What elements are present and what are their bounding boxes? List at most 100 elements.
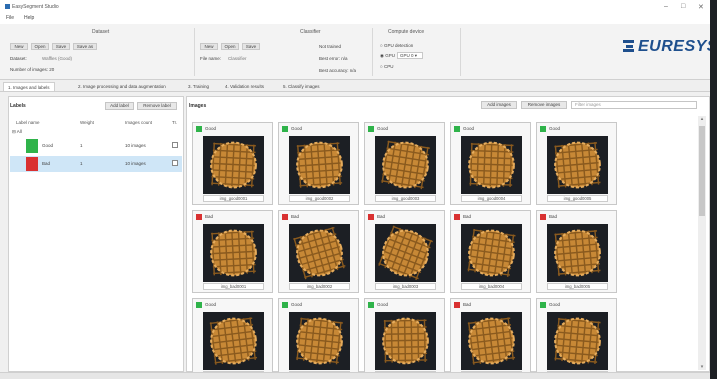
close-icon[interactable]: ✕ xyxy=(698,3,704,11)
image-thumbnail[interactable] xyxy=(375,224,436,282)
image-filename: img_bad0005 xyxy=(547,283,608,290)
classifier-new-button[interactable]: New xyxy=(200,43,218,50)
scroll-down-icon[interactable]: ▾ xyxy=(698,364,706,370)
image-card[interactable]: Bad img_bad0001 xyxy=(192,210,273,293)
dataset-new-button[interactable]: New xyxy=(10,43,28,50)
waffle-image xyxy=(382,317,429,365)
image-label[interactable]: Bad xyxy=(463,302,471,307)
image-card[interactable]: Good img_good0005 xyxy=(536,122,617,205)
label-weight[interactable]: 1 xyxy=(80,161,83,166)
dataset-save-as-button[interactable]: Save as xyxy=(73,43,97,50)
gpu-select[interactable]: GPU 0 ▾ xyxy=(397,52,423,59)
image-label[interactable]: Good xyxy=(205,126,216,131)
label-flag-icon xyxy=(282,302,288,308)
image-label[interactable]: Good xyxy=(291,302,302,307)
image-label[interactable]: Bad xyxy=(205,214,213,219)
image-card[interactable]: Bad img_bad0004 xyxy=(450,210,531,293)
image-thumbnail[interactable] xyxy=(203,224,264,282)
dataset-save-button[interactable]: Save xyxy=(52,43,70,50)
image-label[interactable]: Good xyxy=(549,126,560,131)
label-flag-icon xyxy=(540,302,546,308)
image-label[interactable]: Bad xyxy=(291,214,299,219)
image-thumbnail[interactable] xyxy=(203,136,264,194)
tab-validation-results[interactable]: 4. Validation results xyxy=(221,82,268,91)
image-card[interactable]: Good img_good0001 xyxy=(192,122,273,205)
remove-label-button[interactable]: Remove label xyxy=(137,102,177,110)
image-thumbnail[interactable] xyxy=(461,312,522,370)
remove-images-button[interactable]: Remove images xyxy=(521,101,567,109)
image-thumbnail[interactable] xyxy=(203,312,264,370)
image-label[interactable]: Good xyxy=(377,302,388,307)
image-thumbnail[interactable] xyxy=(547,224,608,282)
gpu-detection-option[interactable]: ○ GPU detection xyxy=(380,43,413,48)
image-thumbnail[interactable] xyxy=(289,312,350,370)
image-card[interactable]: Badimg_bad0006 xyxy=(450,298,531,374)
label-color-swatch[interactable] xyxy=(26,157,38,171)
classifier-open-button[interactable]: Open xyxy=(221,43,239,50)
image-label[interactable]: Good xyxy=(463,126,474,131)
search-input[interactable]: Filter images xyxy=(571,101,697,109)
label-checkbox[interactable] xyxy=(172,160,178,166)
tab-training[interactable]: 3. Training xyxy=(184,82,213,91)
image-filename: img_good0005 xyxy=(547,195,608,202)
image-label[interactable]: Bad xyxy=(463,214,471,219)
scroll-up-icon[interactable]: ▴ xyxy=(698,116,706,122)
image-thumbnail[interactable] xyxy=(289,136,350,194)
image-grid-scrollbar[interactable]: ▴ ▾ xyxy=(698,116,706,370)
image-card[interactable]: Good img_good0003 xyxy=(364,122,445,205)
image-label[interactable]: Good xyxy=(291,126,302,131)
scroll-thumb[interactable] xyxy=(699,126,705,216)
waffle-image xyxy=(293,226,346,280)
col-images-count: Images count xyxy=(125,120,153,125)
tree-root[interactable]: ⊟ All xyxy=(12,129,22,135)
label-flag-icon xyxy=(282,126,288,132)
add-label-button[interactable]: Add label xyxy=(105,102,134,110)
waffle-image xyxy=(468,141,515,189)
images-title: Images xyxy=(189,103,207,109)
col-weight: Weight xyxy=(80,120,94,125)
image-thumbnail[interactable] xyxy=(461,136,522,194)
gpu-radio[interactable]: ◉ GPU xyxy=(380,53,395,59)
label-flag-icon xyxy=(282,214,288,220)
maximize-icon[interactable]: □ xyxy=(681,3,685,10)
cpu-radio[interactable]: ○ CPU xyxy=(380,64,393,69)
menu-help[interactable]: Help xyxy=(24,15,34,21)
label-flag-icon xyxy=(368,214,374,220)
minimize-icon[interactable]: – xyxy=(664,3,668,10)
image-card[interactable]: Goodimg_good0009 xyxy=(536,298,617,374)
label-weight[interactable]: 1 xyxy=(80,143,83,148)
label-row-good[interactable]: Good 1 10 images xyxy=(10,138,182,154)
image-label[interactable]: Good xyxy=(549,302,560,307)
image-thumbnail[interactable] xyxy=(289,224,350,282)
dataset-open-button[interactable]: Open xyxy=(31,43,49,50)
image-card[interactable]: Bad img_bad0005 xyxy=(536,210,617,293)
image-thumbnail[interactable] xyxy=(461,224,522,282)
waffle-image xyxy=(209,317,258,365)
image-label[interactable]: Good xyxy=(377,126,388,131)
image-thumbnail[interactable] xyxy=(547,312,608,370)
image-thumbnail[interactable] xyxy=(375,136,436,194)
menu-file[interactable]: File xyxy=(6,15,14,21)
image-card[interactable]: Bad img_bad0003 xyxy=(364,210,445,293)
add-images-button[interactable]: Add images xyxy=(481,101,517,109)
image-card[interactable]: Good img_good0002 xyxy=(278,122,359,205)
classifier-save-button[interactable]: Save xyxy=(242,43,260,50)
tab-classify-images[interactable]: 5. Classify images xyxy=(279,82,324,91)
image-card[interactable]: Bad img_bad0002 xyxy=(278,210,359,293)
tab-image-processing[interactable]: 2. Image processing and data augmentatio… xyxy=(74,82,170,91)
label-flag-icon xyxy=(196,302,202,308)
image-card[interactable]: Good img_good0004 xyxy=(450,122,531,205)
ribbon-separator xyxy=(460,28,461,76)
image-thumbnail[interactable] xyxy=(547,136,608,194)
label-color-swatch[interactable] xyxy=(26,139,38,153)
image-thumbnail[interactable] xyxy=(375,312,436,370)
image-label[interactable]: Good xyxy=(205,302,216,307)
tab-images-labels[interactable]: 1. Images and labels xyxy=(3,82,55,91)
image-card[interactable]: Goodimg_good0008 xyxy=(364,298,445,374)
image-label[interactable]: Bad xyxy=(549,214,557,219)
label-checkbox[interactable] xyxy=(172,142,178,148)
image-card[interactable]: Goodimg_good0006 xyxy=(192,298,273,374)
image-card[interactable]: Goodimg_good0007 xyxy=(278,298,359,374)
label-row-bad[interactable]: Bad 1 10 images xyxy=(10,156,182,172)
image-label[interactable]: Bad xyxy=(377,214,385,219)
